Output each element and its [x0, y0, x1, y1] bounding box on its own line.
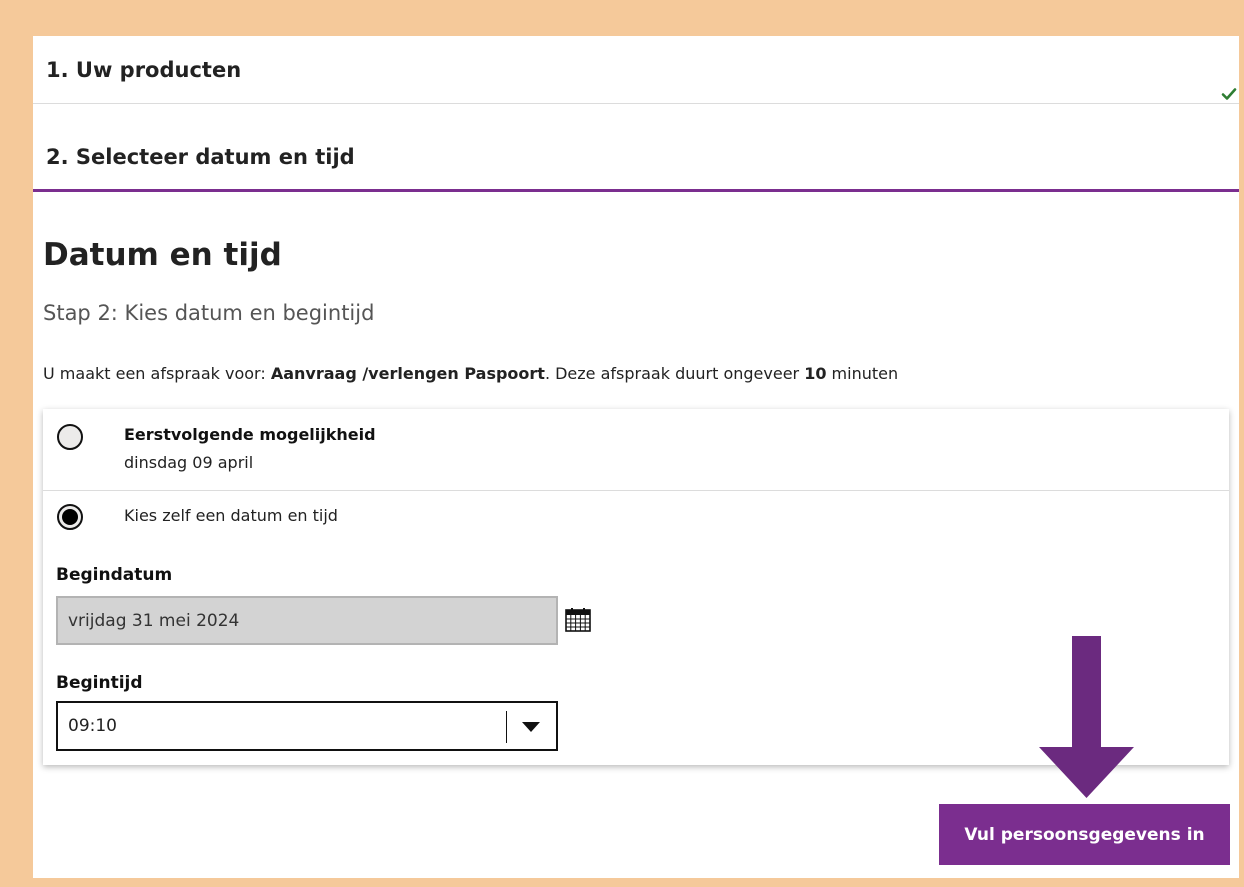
step-1-header[interactable]: 1. Uw producten	[33, 36, 1239, 104]
option-first-available-title: Eerstvolgende mogelijkheid	[124, 425, 376, 444]
start-date-field[interactable]	[56, 596, 558, 645]
start-date-label: Begindatum	[56, 565, 173, 585]
fill-personal-details-button[interactable]: Vul persoonsgegevens in	[939, 804, 1230, 865]
info-suffix: minuten	[826, 364, 899, 383]
info-prefix: U maakt een afspraak voor:	[43, 364, 271, 383]
option-first-available[interactable]: Eerstvolgende mogelijkheid dinsdag 09 ap…	[43, 409, 1229, 491]
start-time-select[interactable]: 09:10	[56, 701, 558, 751]
page: { "steps": { "step1_title": "1. Uw produ…	[0, 0, 1244, 887]
info-duration: 10	[804, 364, 827, 383]
arrow-down-icon	[1039, 636, 1134, 798]
calendar-icon[interactable]	[565, 608, 591, 632]
start-time-value: 09:10	[68, 716, 117, 736]
step-1-title: 1. Uw producten	[46, 58, 242, 82]
option-choose-date[interactable]: Kies zelf een datum en tijd	[43, 491, 1229, 541]
info-middle: . Deze afspraak duurt ongeveer	[544, 364, 805, 383]
chevron-down-icon[interactable]	[521, 721, 541, 733]
radio-choose-date[interactable]	[57, 504, 83, 530]
page-subtitle: Stap 2: Kies datum en begintijd	[43, 301, 375, 325]
step-2-title: 2. Selecteer datum en tijd	[46, 145, 355, 169]
page-title: Datum en tijd	[43, 237, 282, 273]
select-divider	[506, 711, 507, 743]
radio-first-available[interactable]	[57, 424, 83, 450]
option-choose-date-label: Kies zelf een datum en tijd	[124, 506, 338, 525]
check-icon	[1221, 88, 1237, 100]
start-time-label: Begintijd	[56, 673, 143, 693]
appointment-info: U maakt een afspraak voor: Aanvraag /ver…	[43, 363, 898, 385]
option-first-available-date: dinsdag 09 april	[124, 453, 254, 472]
info-product: Aanvraag /verlengen Paspoort	[270, 364, 545, 383]
step-2-header[interactable]: 2. Selecteer datum en tijd	[33, 105, 1239, 192]
